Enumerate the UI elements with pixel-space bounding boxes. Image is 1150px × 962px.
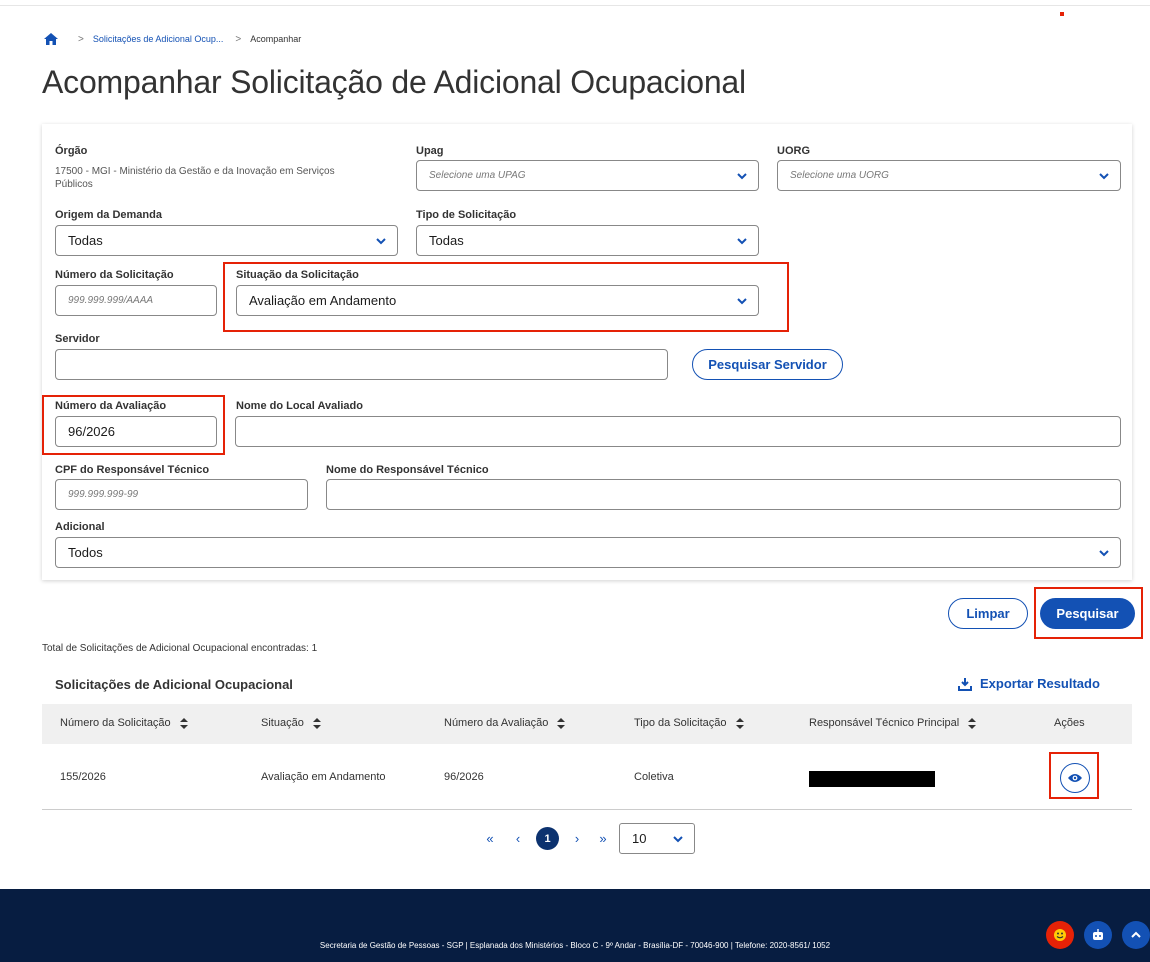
- adicional-value: Todos: [68, 545, 103, 560]
- uorg-select[interactable]: Selecione uma UORG: [777, 160, 1121, 191]
- column-label: Ações: [1054, 717, 1085, 729]
- highlight-box: [1049, 752, 1099, 799]
- chevron-down-icon: [673, 836, 683, 843]
- tipo-value: Todas: [429, 233, 464, 248]
- chevron-down-icon: [376, 238, 386, 245]
- uorg-label: UORG: [777, 145, 810, 157]
- results-section-title: Solicitações de Adicional Ocupacional: [55, 677, 293, 692]
- column-label: Responsável Técnico Principal: [809, 717, 960, 729]
- footer: Secretaria de Gestão de Pessoas - SGP | …: [0, 889, 1150, 962]
- pagination: « ‹ 1 › » 10: [480, 823, 695, 854]
- tipo-select[interactable]: Todas: [416, 225, 759, 256]
- highlight-box: [1034, 587, 1143, 639]
- chevron-down-icon: [737, 238, 747, 245]
- column-label: Número da Avaliação: [444, 717, 549, 729]
- adicional-label: Adicional: [55, 521, 105, 533]
- uorg-placeholder: Selecione uma UORG: [790, 170, 889, 181]
- results-total: Total de Solicitações de Adicional Ocupa…: [42, 643, 318, 654]
- last-page-icon[interactable]: »: [593, 831, 613, 846]
- cell-numero: 155/2026: [60, 771, 106, 783]
- col-situacao[interactable]: Situação: [261, 717, 321, 729]
- upag-placeholder: Selecione uma UPAG: [429, 170, 526, 181]
- highlight-box: [223, 262, 789, 332]
- table-row: 155/2026 Avaliação em Andamento 96/2026 …: [42, 744, 1132, 810]
- nome-resp-input[interactable]: [326, 479, 1121, 510]
- numero-solicitacao-input[interactable]: 999.999.999/AAAA: [55, 285, 217, 316]
- page-size-select[interactable]: 10: [619, 823, 695, 854]
- page-number-current[interactable]: 1: [536, 827, 559, 850]
- nome-local-label: Nome do Local Avaliado: [236, 400, 363, 412]
- upag-select[interactable]: Selecione uma UPAG: [416, 160, 759, 191]
- footer-text: Secretaria de Gestão de Pessoas - SGP | …: [319, 941, 831, 950]
- chevron-down-icon: [1099, 173, 1109, 180]
- origem-select[interactable]: Todas: [55, 225, 398, 256]
- feedback-button[interactable]: [1046, 921, 1074, 949]
- breadcrumb-current: Acompanhar: [250, 34, 302, 44]
- numero-solicitacao-label: Número da Solicitação: [55, 269, 174, 281]
- col-numero-avaliacao[interactable]: Número da Avaliação: [444, 717, 566, 729]
- redacted-responsavel: [809, 771, 935, 787]
- table-header: Número da Solicitação Situação Número da…: [42, 704, 1132, 744]
- orgao-label: Órgão: [55, 145, 88, 157]
- highlight-box: [42, 395, 225, 455]
- chatbot-button[interactable]: [1084, 921, 1112, 949]
- orgao-value: 17500 - MGI - Ministério da Gestão e da …: [55, 166, 335, 190]
- nome-resp-label: Nome do Responsável Técnico: [326, 464, 489, 476]
- scroll-top-button[interactable]: [1122, 921, 1150, 949]
- home-icon[interactable]: [44, 33, 58, 45]
- top-bar: [0, 0, 1150, 6]
- breadcrumb: > Solicitações de Adicional Ocup... > Ac…: [44, 31, 301, 47]
- sort-icon: [968, 717, 977, 729]
- servidor-input[interactable]: [55, 349, 668, 380]
- sort-icon: [735, 717, 744, 729]
- origem-label: Origem da Demanda: [55, 209, 162, 221]
- nome-local-input[interactable]: [235, 416, 1121, 447]
- sort-icon: [179, 717, 188, 729]
- page-size-value: 10: [632, 831, 647, 846]
- origem-value: Todas: [68, 233, 103, 248]
- cell-avaliacao: 96/2026: [444, 771, 484, 783]
- smiley-icon: [1054, 929, 1066, 941]
- robot-icon: [1093, 929, 1103, 940]
- prev-page-icon[interactable]: ‹: [508, 831, 528, 846]
- sort-icon: [557, 717, 566, 729]
- adicional-select[interactable]: Todos: [55, 537, 1121, 568]
- pesquisar-servidor-button[interactable]: Pesquisar Servidor: [692, 349, 843, 380]
- cell-situacao: Avaliação em Andamento: [261, 771, 386, 783]
- chevron-right-icon: >: [235, 33, 242, 45]
- upag-label: Upag: [416, 145, 444, 157]
- chevron-up-icon: [1131, 931, 1141, 938]
- cell-tipo: Coletiva: [634, 771, 674, 783]
- export-label: Exportar Resultado: [980, 676, 1100, 691]
- sort-icon: [312, 717, 321, 729]
- page-title: Acompanhar Solicitação de Adicional Ocup…: [42, 64, 746, 100]
- chevron-down-icon: [1099, 550, 1109, 557]
- breadcrumb-link[interactable]: Solicitações de Adicional Ocup...: [93, 34, 224, 44]
- chevron-right-icon: >: [78, 33, 84, 45]
- col-responsavel[interactable]: Responsável Técnico Principal: [809, 717, 977, 729]
- download-icon: [958, 677, 972, 691]
- col-tipo-solicitacao[interactable]: Tipo da Solicitação: [634, 717, 744, 729]
- export-button[interactable]: Exportar Resultado: [958, 676, 1100, 691]
- column-label: Tipo da Solicitação: [634, 717, 727, 729]
- numero-solicitacao-placeholder: 999.999.999/AAAA: [68, 295, 154, 306]
- cpf-placeholder: 999.999.999-99: [68, 489, 139, 500]
- next-page-icon[interactable]: ›: [567, 831, 587, 846]
- column-label: Situação: [261, 717, 304, 729]
- col-numero-solicitacao[interactable]: Número da Solicitação: [60, 717, 188, 729]
- first-page-icon[interactable]: «: [480, 831, 500, 846]
- column-label: Número da Solicitação: [60, 717, 171, 729]
- chevron-down-icon: [737, 173, 747, 180]
- servidor-label: Servidor: [55, 333, 100, 345]
- cpf-input[interactable]: 999.999.999-99: [55, 479, 308, 510]
- tipo-label: Tipo de Solicitação: [416, 209, 517, 221]
- status-dot: [1060, 12, 1064, 16]
- limpar-button[interactable]: Limpar: [948, 598, 1028, 629]
- col-acoes: Ações: [1054, 717, 1085, 729]
- cpf-label: CPF do Responsável Técnico: [55, 464, 210, 476]
